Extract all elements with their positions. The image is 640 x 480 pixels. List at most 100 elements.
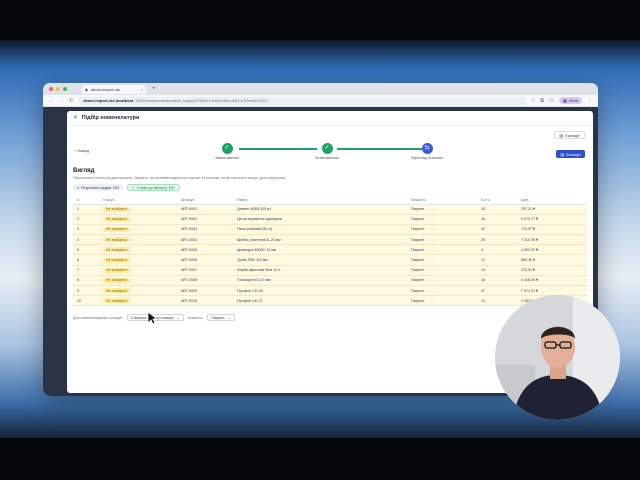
back-button[interactable]: ‹ Назад bbox=[75, 148, 89, 153]
table-row[interactable]: 6 Не знайдено ART-0006 Труба ПВХ 110 мм Паку… bbox=[73, 254, 587, 266]
webcam-overlay bbox=[495, 295, 620, 420]
bookmark-star-icon[interactable]: ☆ bbox=[531, 98, 535, 104]
minimize-window-icon[interactable] bbox=[56, 87, 60, 91]
table-row[interactable]: 2 Не знайдено ART-0002 Цегла керамічна один… bbox=[73, 214, 587, 225]
step-review[interactable]: ⇆ Перегляд та імпорт bbox=[397, 143, 457, 160]
name-cell: Труба ПВХ 110 мм bbox=[233, 254, 407, 266]
url-host: demo-import-xls.localhost bbox=[83, 98, 134, 103]
qty-type-select[interactable]: Пакуєте ⌄ bbox=[411, 258, 433, 262]
table-row[interactable]: 9 Не знайдено ART-0009 Профіль CD-60 Пакуєте… bbox=[73, 285, 587, 297]
sku-cell: ART-0001 bbox=[177, 204, 233, 215]
export-secondary-button[interactable]: ▤ Експорт bbox=[554, 131, 585, 139]
close-window-icon[interactable] bbox=[49, 87, 53, 91]
chevron-down-icon: ⌄ bbox=[430, 288, 434, 293]
table-row[interactable]: 8 Не знайдено ART-0008 Гіпсокартон 12.5 мм П… bbox=[73, 275, 587, 287]
qty-type-select[interactable]: Пакуєте ⌄ bbox=[411, 207, 433, 211]
qty-type-cell[interactable]: Пакуєте ⌄ bbox=[407, 234, 477, 246]
quantity-mode-select[interactable]: Пакуєте ⌄ bbox=[207, 314, 235, 321]
column-header[interactable]: К-сть bbox=[477, 196, 517, 205]
row-number: 9 bbox=[73, 285, 99, 297]
profile-button[interactable]: Work bbox=[558, 97, 582, 104]
qty-type-select[interactable]: Пакуєте ⌄ bbox=[411, 278, 433, 282]
table-row[interactable]: 3 Не знайдено ART-0003 Пісок річковий (50 к… bbox=[73, 224, 587, 236]
row-number: 10 bbox=[73, 295, 99, 307]
name-cell: Цегла керамічна одинарна bbox=[233, 214, 407, 225]
status-badge: Не знайдено bbox=[103, 216, 131, 222]
table-header-row: # Статус Артикул Назва Кількість К-сть Ц… bbox=[73, 196, 587, 205]
qty-type-select[interactable]: Пакуєте ⌄ bbox=[411, 227, 433, 231]
export-primary-label: Експорт bbox=[566, 151, 581, 157]
column-header[interactable]: Ціна bbox=[517, 196, 587, 205]
sku-cell: ART-0003 bbox=[177, 224, 233, 236]
column-header[interactable]: Статус bbox=[99, 196, 177, 205]
qty-type-select[interactable]: Пакуєте ⌄ bbox=[411, 248, 433, 252]
back-label: Назад bbox=[77, 148, 89, 153]
menu-kebab-icon[interactable]: ⋮ bbox=[587, 98, 592, 104]
browser-tab[interactable]: ◆ demo-import-xls × bbox=[82, 84, 146, 94]
qty-type-cell[interactable]: Пакуєте ⌄ bbox=[407, 224, 477, 236]
sku-cell: ART-0008 bbox=[177, 275, 233, 287]
qty-type-select[interactable]: Пакуєте ⌄ bbox=[411, 289, 433, 293]
table-row[interactable]: 10 Не знайдено ART-0010 Профіль UD-27 Пакуєт… bbox=[73, 295, 587, 307]
status-cell: Не знайдено bbox=[99, 295, 177, 307]
qty-type-select[interactable]: Пакуєте ⌄ bbox=[411, 217, 433, 221]
qty-type-cell[interactable]: Пакуєте ⌄ bbox=[407, 244, 477, 256]
name-cell: Профіль CD-60 bbox=[233, 285, 407, 297]
column-header[interactable]: Артикул bbox=[177, 196, 233, 205]
close-icon[interactable]: ✕ bbox=[73, 115, 78, 121]
summary-chips: ≡ Результати рядків: 100 ✓ Готово до імп… bbox=[73, 184, 180, 191]
export-file-icon: ▤ bbox=[559, 132, 564, 138]
table-row[interactable]: 4 Не знайдено ART-0004 Щебінь гранітний 5–2… bbox=[73, 234, 587, 246]
maximize-window-icon[interactable] bbox=[63, 87, 67, 91]
new-tab-icon[interactable]: + bbox=[152, 86, 156, 92]
forward-arrow-icon[interactable]: → bbox=[59, 98, 64, 104]
qty-type-select[interactable]: Пакуєте ⌄ bbox=[411, 268, 433, 272]
column-header[interactable]: Кількість bbox=[407, 196, 477, 205]
address-bar[interactable]: demo-import-xls.localhost :3000/document… bbox=[78, 96, 526, 105]
qty-type-select[interactable]: Пакуєте ⌄ bbox=[411, 299, 433, 303]
sku-cell: ART-0005 bbox=[177, 244, 233, 256]
chevron-down-icon: ⌄ bbox=[176, 315, 180, 320]
export-file-icon: ▤ bbox=[560, 151, 565, 157]
export-primary-button[interactable]: ▤ Експорт bbox=[556, 150, 585, 158]
qty-type-select[interactable]: Пакуєте ⌄ bbox=[411, 238, 433, 242]
table-row[interactable]: 5 Не знайдено ART-0005 Арматура А500С 12 мм… bbox=[73, 244, 587, 256]
column-header[interactable]: # bbox=[73, 196, 99, 205]
qty-type-cell[interactable]: Пакуєте ⌄ bbox=[407, 254, 477, 266]
avatar bbox=[562, 98, 567, 103]
table-row[interactable]: 7 Не знайдено ART-0007 Фарба акрилова біла … bbox=[73, 265, 587, 276]
step-label: Завантаження bbox=[215, 156, 239, 160]
qty-cell: 47 bbox=[477, 285, 517, 297]
mouse-cursor-icon bbox=[147, 311, 157, 325]
chevron-down-icon: ⌄ bbox=[430, 247, 434, 252]
table-row[interactable]: 1 Не знайдено ART-0001 Цемент М500 (25 кг) П… bbox=[73, 204, 587, 215]
row-number: 1 bbox=[73, 204, 99, 215]
qty-type-cell[interactable]: Пакуєте ⌄ bbox=[407, 204, 477, 215]
back-arrow-icon[interactable]: ← bbox=[49, 98, 54, 104]
qty-type-value: Пакуєте bbox=[411, 217, 425, 222]
column-header[interactable]: Назва bbox=[233, 196, 407, 205]
row-number: 6 bbox=[73, 254, 99, 266]
screen-bottom-border bbox=[0, 438, 640, 480]
qty-type-cell[interactable]: Пакуєте ⌄ bbox=[407, 275, 477, 287]
step-setup[interactable]: ✓ Встановлення bbox=[297, 143, 357, 160]
extensions-icon[interactable]: ⧉ bbox=[540, 98, 544, 104]
browser-toolbar: ← → ↻ demo-import-xls.localhost :3000/do… bbox=[43, 95, 598, 107]
reload-icon[interactable]: ↻ bbox=[69, 98, 73, 104]
screen-top-border bbox=[0, 0, 640, 40]
rows-count-badge: ≡ Результати рядків: 100 bbox=[73, 184, 123, 191]
name-cell: Арматура А500С 12 мм bbox=[233, 244, 407, 256]
qty-type-cell[interactable]: Пакуєте ⌄ bbox=[407, 295, 477, 307]
tab-close-icon[interactable]: × bbox=[141, 87, 143, 92]
price-cell: 714,97 ₴ bbox=[517, 224, 587, 236]
ready-count-badge: ✓ Готово до імпорту: 100 bbox=[126, 184, 180, 191]
sidebar-icon[interactable]: ▭ bbox=[549, 98, 554, 104]
qty-type-cell[interactable]: Пакуєте ⌄ bbox=[407, 214, 477, 225]
qty-cell: 13 bbox=[477, 265, 517, 276]
step-upload[interactable]: ✓ Завантаження bbox=[197, 143, 257, 160]
qty-type-cell[interactable]: Пакуєте ⌄ bbox=[407, 265, 477, 276]
price-cell: 797,21 ₴ bbox=[517, 204, 587, 215]
price-cell: 7 410,90 ₴ bbox=[517, 234, 587, 246]
chevron-down-icon: ⌄ bbox=[430, 298, 434, 303]
qty-type-cell[interactable]: Пакуєте ⌄ bbox=[407, 285, 477, 297]
